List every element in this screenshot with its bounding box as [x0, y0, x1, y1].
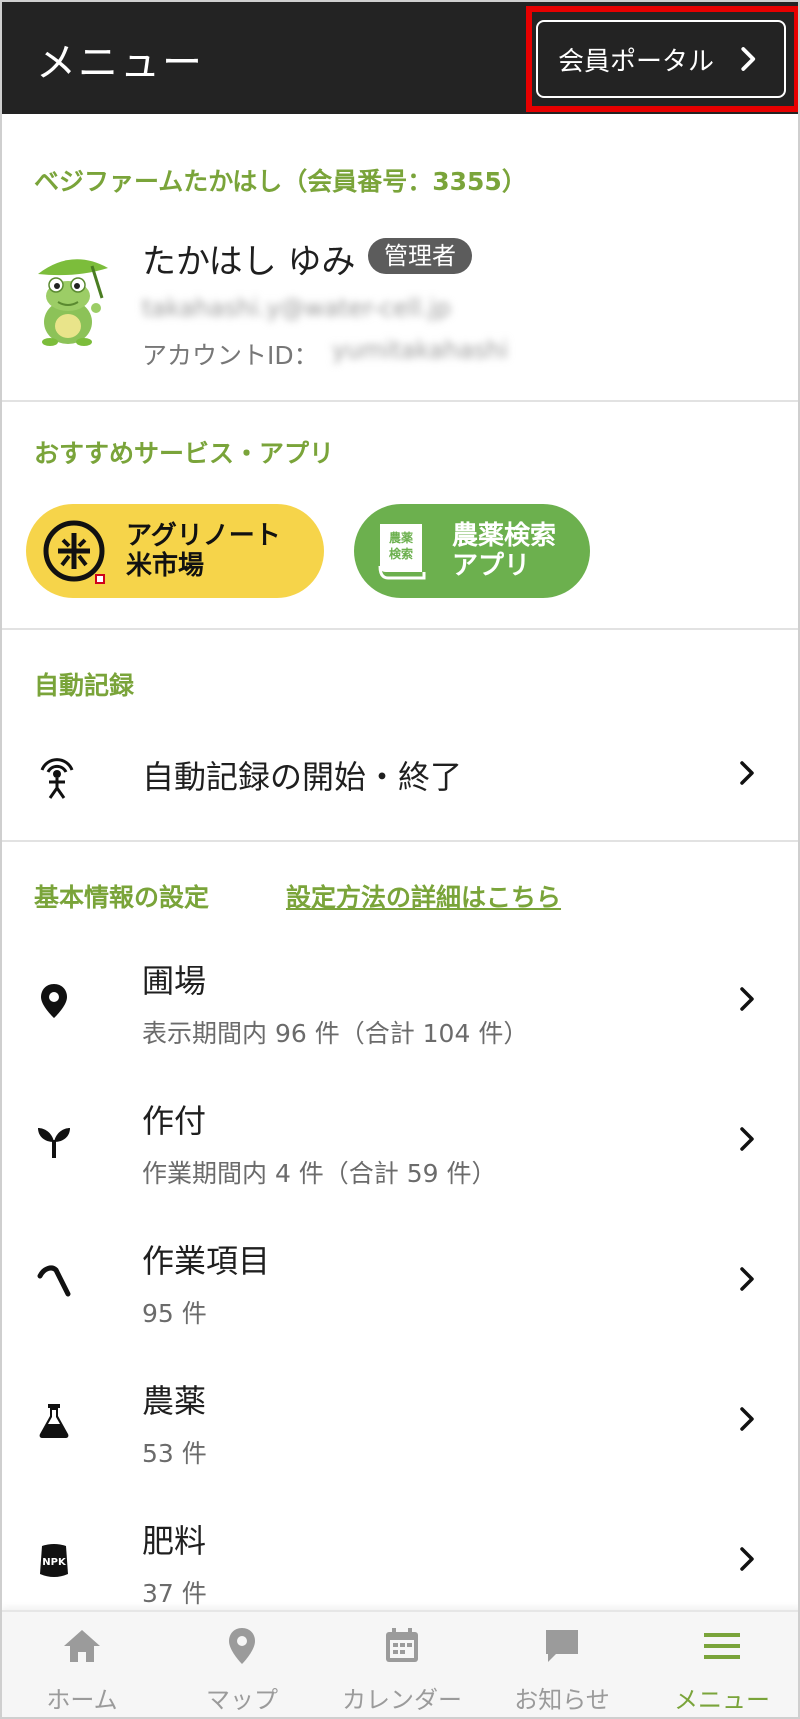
- member-portal-button[interactable]: 会員ポータル: [536, 20, 786, 98]
- fertilizers-title: 肥料: [142, 1522, 207, 1560]
- calendar-icon: [386, 1628, 418, 1662]
- nav-notices[interactable]: お知らせ: [482, 1612, 642, 1717]
- auto-record-row[interactable]: 自動記録の開始・終了: [2, 722, 798, 842]
- fields-title: 圃場: [142, 962, 207, 1000]
- pesticides-count: 53 件: [142, 1439, 207, 1468]
- user-name: たかはし ゆみ: [142, 242, 356, 282]
- settings-help-link[interactable]: 設定方法の詳細はこちら: [286, 878, 561, 914]
- crops-title: 作付: [142, 1102, 207, 1140]
- walker-signal-icon: [40, 758, 74, 799]
- nav-calendar-label: カレンダー: [342, 1686, 462, 1714]
- nav-home[interactable]: ホーム: [2, 1612, 162, 1717]
- member-portal-label: 会員ポータル: [558, 46, 715, 77]
- chevron-right-icon: [740, 1267, 754, 1291]
- book-text-line2: 検索: [389, 546, 413, 561]
- location-pin-icon: [41, 984, 67, 1018]
- organization-label: ベジファームたかはし（会員番号：3355）: [34, 167, 527, 196]
- work-items-title: 作業項目: [142, 1242, 271, 1280]
- hamburger-menu-icon: [704, 1633, 740, 1659]
- chevron-right-icon: [740, 1547, 754, 1571]
- chat-bubble-icon: [546, 1630, 578, 1662]
- list-item-fields[interactable]: 圃場 表示期間内 96 件（合計 104 件）: [2, 932, 798, 1072]
- pesticide-line1: 農薬検索: [452, 521, 557, 551]
- chevron-right-icon: [740, 1407, 754, 1431]
- agrinote-line2: 米市場: [126, 551, 205, 581]
- bottom-navigation: ホーム マップ カレンダー お知らせ メニュー: [2, 1610, 798, 1717]
- divider: [2, 400, 798, 402]
- flask-icon: [39, 1404, 69, 1438]
- npk-bag-icon: NPK: [40, 1544, 68, 1577]
- account-id-value: yumitakahashi: [332, 336, 509, 364]
- agrinote-line1: アグリノート: [126, 521, 281, 551]
- page-title: メニュー: [36, 40, 204, 86]
- npk-text: NPK: [42, 1557, 67, 1568]
- agrinote-rice-market-button[interactable]: アグリノート 米市場: [26, 504, 324, 598]
- nav-notices-label: お知らせ: [514, 1686, 610, 1714]
- nav-map[interactable]: マップ: [162, 1612, 322, 1717]
- nav-menu[interactable]: メニュー: [642, 1612, 798, 1717]
- pesticide-book-icon: 農薬 検索: [378, 524, 426, 580]
- rice-market-logo-icon: [43, 520, 105, 584]
- basic-settings-section-title: 基本情報の設定: [34, 883, 210, 912]
- list-item-work-items[interactable]: 作業項目 95 件: [2, 1212, 798, 1352]
- chevron-right-icon: [740, 761, 754, 785]
- home-icon: [64, 1630, 100, 1662]
- fertilizers-count: 37 件: [142, 1579, 207, 1608]
- pesticides-title: 農薬: [142, 1382, 207, 1420]
- nav-menu-label: メニュー: [674, 1686, 770, 1714]
- pesticide-line2: アプリ: [452, 551, 531, 581]
- list-item-pesticides[interactable]: 農薬 53 件: [2, 1352, 798, 1492]
- chevron-right-icon: [741, 47, 756, 71]
- list-item-fertilizers[interactable]: NPK 肥料 37 件: [2, 1492, 798, 1612]
- work-items-count: 95 件: [142, 1299, 207, 1328]
- auto-record-section-title: 自動記録: [34, 671, 135, 700]
- chevron-right-icon: [740, 987, 754, 1011]
- nav-map-label: マップ: [206, 1686, 278, 1714]
- app-header: メニュー 会員ポータル: [2, 2, 798, 114]
- role-badge: 管理者: [368, 238, 472, 274]
- crops-count: 作業期間内 4 件（合計 59 件）: [142, 1159, 497, 1188]
- map-pin-icon: [229, 1628, 255, 1664]
- divider: [2, 628, 798, 630]
- sprout-icon: [38, 1128, 70, 1158]
- book-text-line1: 農薬: [389, 530, 413, 545]
- pesticide-search-app-button[interactable]: 農薬 検索 農薬検索 アプリ: [354, 504, 590, 598]
- menu-screen: メニュー 会員ポータル ベジファームたかはし（会員番号：3355） たかはし ゆ…: [0, 0, 800, 1719]
- recommended-section-title: おすすめサービス・アプリ: [34, 439, 335, 468]
- frog-avatar: [38, 259, 108, 346]
- list-item-crops[interactable]: 作付 作業期間内 4 件（合計 59 件）: [2, 1072, 798, 1212]
- fields-count: 表示期間内 96 件（合計 104 件）: [142, 1019, 529, 1048]
- divider: [2, 840, 798, 842]
- account-id-label: アカウントID：: [142, 341, 319, 370]
- user-email: takahashi.y@water-cell.jp: [142, 294, 451, 322]
- auto-record-label: 自動記録の開始・終了: [142, 758, 463, 796]
- sickle-icon: [37, 1265, 71, 1297]
- nav-home-label: ホーム: [46, 1686, 118, 1714]
- nav-calendar[interactable]: カレンダー: [322, 1612, 482, 1717]
- chevron-right-icon: [740, 1127, 754, 1151]
